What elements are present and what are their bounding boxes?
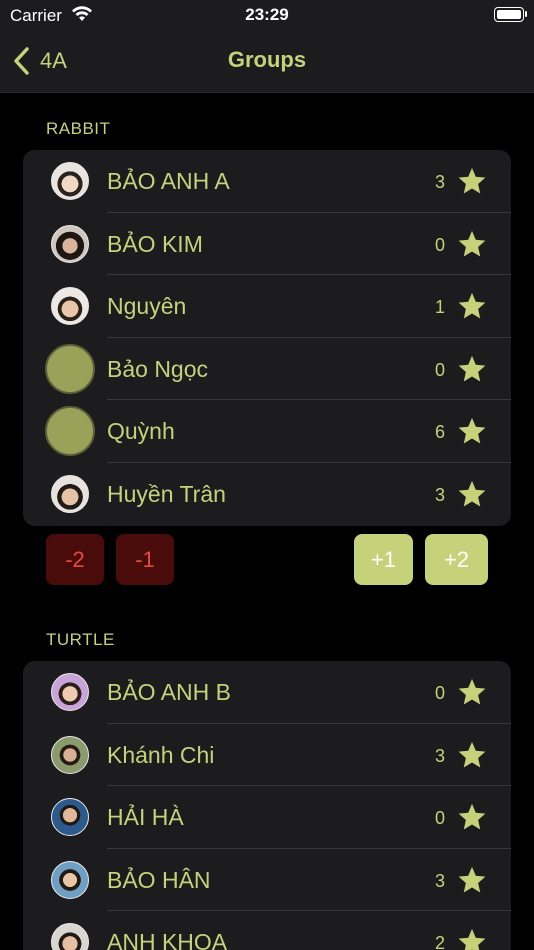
student-row[interactable]: Huyền Trân 3 [23,463,511,526]
star-icon[interactable] [457,802,487,832]
student-row[interactable]: BẢO ANH A 3 [23,150,511,213]
student-score: 3 [434,745,445,766]
student-name: HẢI HÀ [107,804,184,831]
avatar-placeholder [45,343,95,394]
star-icon[interactable] [457,865,487,895]
student-row[interactable]: Nguyên 1 [23,275,511,338]
battery-icon [494,7,527,22]
star-icon[interactable] [457,677,487,707]
student-name: BẢO ANH A [107,168,230,194]
student-row[interactable]: Bảo Ngọc 0 [23,338,511,401]
student-name: BẢO ANH B [107,679,231,705]
avatar [51,798,89,837]
plus-2-button[interactable]: +2 [425,534,488,585]
page-title: Groups [227,47,307,72]
groups-list[interactable]: RABBIT BẢO ANH A 3 BẢO KIM 0 Nguyên 1 Bả… [0,93,534,950]
score-buttons: -2 -1 +1 +2 [0,534,534,585]
star-icon[interactable] [457,291,487,321]
avatar [51,162,89,200]
avatar [51,735,89,774]
avatar [51,474,89,513]
student-score: 6 [434,422,445,443]
student-score: 3 [434,484,445,505]
group-card-turtle: BẢO ANH B 0 Khánh Chi 3 HẢI HÀ 0 BẢO HÂN… [23,661,511,950]
student-name: Bảo Ngọc [107,355,209,382]
star-icon[interactable] [457,479,487,509]
star-icon[interactable] [457,354,487,384]
student-row[interactable]: BẢO HÂN 3 [23,849,511,912]
star-icon[interactable] [457,166,487,196]
status-time: 23:29 [245,5,289,24]
avatar [51,287,89,326]
student-score: 3 [434,172,445,192]
student-row[interactable]: ANH KHOA 2 [23,911,511,950]
student-name: Khánh Chi [107,741,215,768]
plus-1-button[interactable]: +1 [354,534,413,585]
student-score: 0 [434,234,445,255]
student-row[interactable]: BẢO ANH B 0 [23,661,511,724]
avatar [51,224,89,263]
avatar-placeholder [45,406,95,457]
star-icon[interactable] [457,416,487,446]
student-row[interactable]: Quỳnh 6 [23,400,511,463]
group-header-rabbit: RABBIT [46,119,111,138]
minus-1-button[interactable]: -1 [116,534,174,585]
student-row[interactable]: BẢO KIM 0 [23,213,511,276]
avatar [51,923,89,950]
student-name: ANH KHOA [107,929,228,950]
student-name: Quỳnh [107,418,175,445]
student-name: Nguyên [107,293,187,320]
avatar [51,860,89,899]
avatar [51,673,89,711]
student-name: Huyền Trân [107,480,226,507]
student-score: 2 [434,933,445,950]
student-score: 0 [434,808,445,829]
student-score: 0 [434,359,445,380]
student-row[interactable]: Khánh Chi 3 [23,724,511,787]
navigation-bar: 4A Groups [0,30,534,93]
student-row[interactable]: HẢI HÀ 0 [23,786,511,849]
student-score: 3 [434,870,445,891]
student-name: BẢO KIM [107,230,203,257]
star-icon[interactable] [457,740,487,770]
status-bar: Carrier 23:29 [0,0,534,30]
star-icon[interactable] [457,927,487,950]
student-score: 1 [434,297,445,318]
group-card-rabbit: BẢO ANH A 3 BẢO KIM 0 Nguyên 1 Bảo Ngọc … [23,150,511,526]
student-score: 0 [434,683,445,703]
group-header-turtle: TURTLE [46,630,115,649]
minus-2-button[interactable]: -2 [46,534,104,585]
student-name: BẢO HÂN [107,866,211,893]
star-icon[interactable] [457,229,487,259]
